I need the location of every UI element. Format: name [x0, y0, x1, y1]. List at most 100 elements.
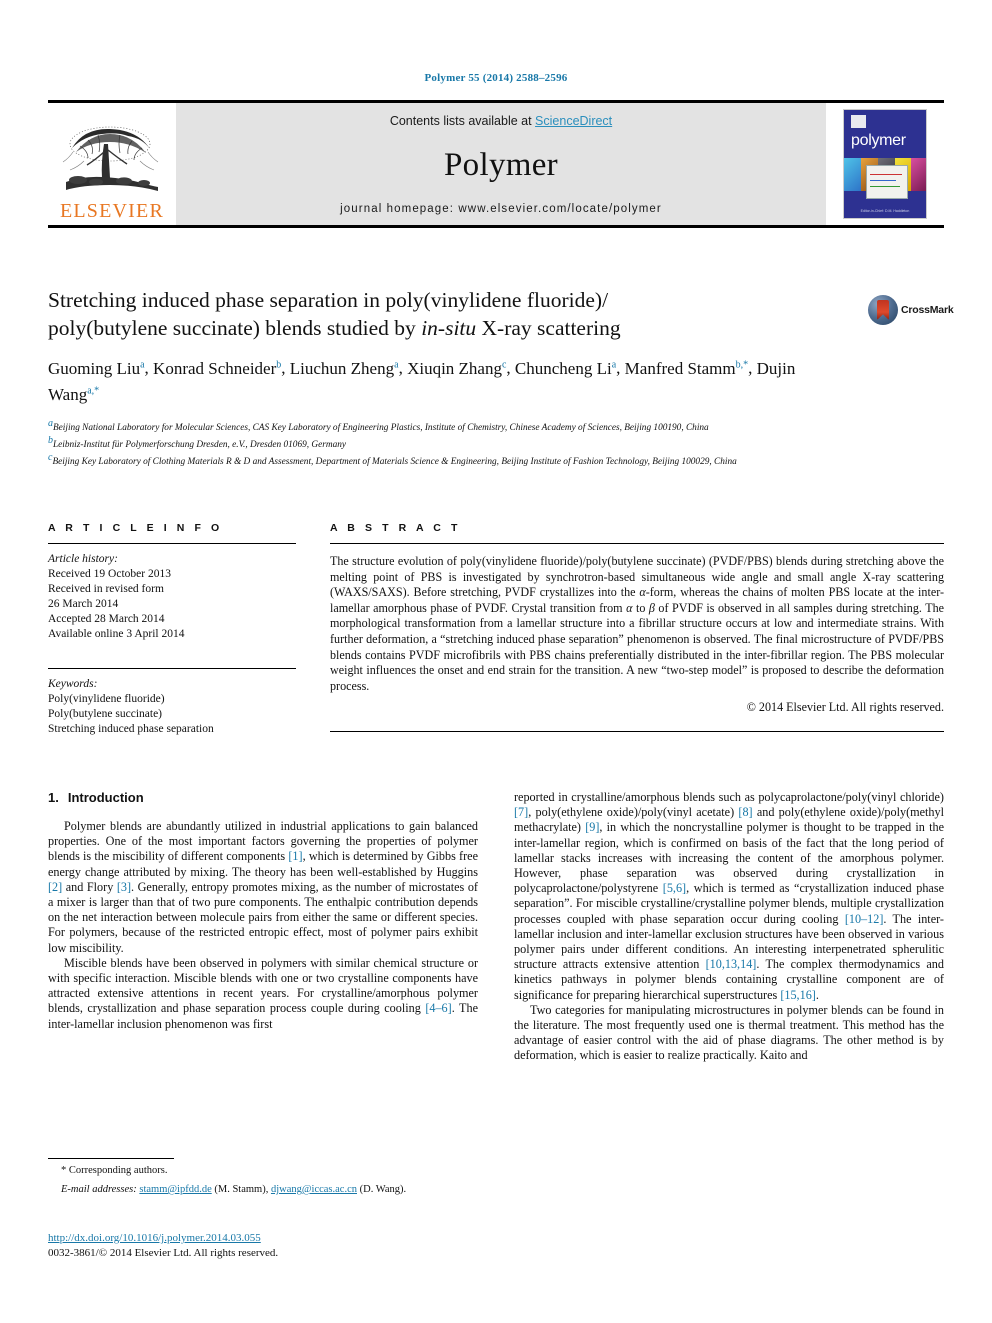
contents-prefix: Contents lists available at [389, 114, 536, 128]
footnote-divider [48, 1158, 174, 1159]
article-page: Polymer 55 (2014) 2588–2596 ELSEVIER Con… [0, 0, 992, 1323]
crossmark-icon [868, 295, 898, 325]
author-affil-mark[interactable]: b,* [736, 359, 749, 370]
author-item[interactable]: Chuncheng Lia [515, 359, 616, 378]
abstract-text: The structure evolution of poly(vinylide… [330, 554, 944, 694]
info-abstract-block: A R T I C L E I N F O Article history: R… [48, 522, 944, 737]
author-item[interactable]: Xiuqin Zhangc [407, 359, 506, 378]
divider [330, 731, 944, 733]
title-line-2b: X-ray scattering [476, 316, 621, 340]
citation-ref[interactable]: [3] [117, 880, 131, 894]
affiliation-text: Beijing Key Laboratory of Clothing Mater… [52, 456, 737, 467]
paragraph-text: Miscible blends have been observed in po… [48, 955, 478, 1031]
email-link-stamm[interactable]: stamm@ipfdd.de [139, 1184, 211, 1195]
citation-ref[interactable]: [10,13,14] [706, 957, 757, 971]
page-footer: http://dx.doi.org/10.1016/j.polymer.2014… [48, 1228, 548, 1261]
email-addresses-line: E-mail addresses: stamm@ipfdd.de (M. Sta… [48, 1183, 478, 1197]
title-block: CrossMark Stretching induced phase separ… [48, 286, 954, 468]
article-history: Article history: Received 19 October 201… [48, 552, 296, 642]
author-name: Liuchun Zheng [289, 358, 395, 378]
citation-ref[interactable]: [5,6] [663, 881, 686, 895]
cover-wordmark: polymer [851, 132, 906, 149]
email-link-wang[interactable]: djwang@iccas.ac.cn [271, 1184, 357, 1195]
citation-ref[interactable]: [9] [585, 820, 599, 834]
paragraph: Miscible blends have been observed in po… [48, 956, 478, 1032]
journal-homepage-line[interactable]: journal homepage: www.elsevier.com/locat… [340, 203, 662, 215]
author-name: Guoming Liu [48, 358, 141, 378]
paragraph: reported in crystalline/amorphous blends… [514, 790, 944, 1003]
affiliation-text: Leibniz-Institut für Polymerforschung Dr… [53, 440, 346, 450]
keyword-item: Stretching induced phase separation [48, 723, 214, 735]
email-label: E-mail addresses: [61, 1184, 137, 1195]
author-name: Manfred Stamm [624, 358, 736, 378]
cover-image: polymer Editor-in-Chief: D.M. Haddleton [843, 109, 927, 219]
keywords-label: Keywords: [48, 678, 98, 690]
journal-cover-thumbnail[interactable]: polymer Editor-in-Chief: D.M. Haddleton [826, 103, 944, 225]
masthead-center: Contents lists available at ScienceDirec… [176, 103, 826, 225]
email-owner-2: (D. Wang). [357, 1184, 407, 1195]
author-name: Chuncheng Li [514, 358, 612, 378]
doi-link[interactable]: http://dx.doi.org/10.1016/j.polymer.2014… [48, 1232, 261, 1244]
author-item[interactable]: Liuchun Zhenga [290, 359, 399, 378]
body-column-right: reported in crystalline/amorphous blends… [514, 790, 944, 1064]
crossmark-label: CrossMark [901, 304, 954, 316]
paragraph: Polymer blends are abundantly utilized i… [48, 819, 478, 956]
title-italic-insitu: in-situ [421, 316, 477, 340]
citation-ref[interactable]: [2] [48, 880, 62, 894]
history-item: 26 March 2014 [48, 598, 119, 610]
column-gap [478, 790, 514, 1064]
elsevier-tree-icon [62, 126, 159, 191]
title-line-2a: poly(butylene succinate) blends studied … [48, 316, 422, 340]
author-list: Guoming Liua, Konrad Schneiderb, Liuchun… [48, 353, 848, 406]
author-sep: , [506, 358, 515, 378]
author-item[interactable]: Konrad Schneiderb [153, 359, 281, 378]
crossmark-badge[interactable]: CrossMark [868, 288, 954, 332]
citation-ref[interactable]: [10–12] [845, 912, 884, 926]
corresponding-authors-note: * Corresponding authors. [61, 1165, 168, 1176]
affiliation-item: aBeijing National Laboratory for Molecul… [48, 418, 908, 435]
running-head: Polymer 55 (2014) 2588–2596 [424, 72, 568, 84]
title-line-1: Stretching induced phase separation in p… [48, 288, 609, 312]
citation-ref[interactable]: [4–6] [425, 1001, 451, 1015]
author-item[interactable]: Manfred Stammb,* [625, 359, 748, 378]
abstract-column: A B S T R A C T The structure evolution … [330, 522, 944, 737]
history-item: Available online 3 April 2014 [48, 628, 185, 640]
keyword-item: Poly(vinylidene fluoride) [48, 693, 165, 705]
abstract-heading: A B S T R A C T [330, 522, 461, 534]
citation-ref[interactable]: [15,16] [780, 988, 816, 1002]
history-item: Received 19 October 2013 [48, 568, 171, 580]
citation-ref[interactable]: [7] [514, 805, 528, 819]
journal-masthead: ELSEVIER Contents lists available at Sci… [48, 100, 944, 228]
citation-ref[interactable]: [1] [288, 849, 302, 863]
keywords-block: Keywords: Poly(vinylidene fluoride) Poly… [48, 668, 296, 737]
author-item[interactable]: Guoming Liua [48, 359, 145, 378]
issn-copyright-line: 0032-3861/© 2014 Elsevier Ltd. All right… [48, 1247, 279, 1259]
divider [48, 543, 296, 544]
paragraph-text: reported in crystalline/amorphous blends… [514, 790, 945, 1002]
author-sep: , [144, 358, 154, 378]
paragraph-text: Polymer blends are abundantly utilized i… [48, 819, 478, 955]
body-columns: 1. Introduction Polymer blends are abunda… [48, 790, 944, 1064]
abstract-part: to [632, 600, 649, 615]
author-sep: , [398, 358, 408, 378]
section-heading: 1. Introduction [48, 790, 478, 805]
cover-inset-chart [866, 165, 908, 199]
cover-elsevier-icon [851, 115, 866, 128]
sciencedirect-link[interactable]: ScienceDirect [535, 114, 612, 128]
author-affil-mark[interactable]: a,* [87, 386, 99, 397]
author-name: Xiuqin Zhang [407, 358, 502, 378]
cover-footer-text: Editor-in-Chief: D.M. Haddleton [860, 209, 910, 213]
author-sep: , [616, 358, 625, 378]
email-owner-1: (M. Stamm), [211, 1184, 271, 1195]
section-title: Introduction [67, 790, 144, 805]
affiliation-text: Beijing National Laboratory for Molecula… [53, 423, 709, 434]
history-item: Received in revised form [48, 583, 164, 595]
column-gap [296, 522, 330, 737]
citation-ref[interactable]: [8] [738, 805, 752, 819]
article-history-label: Article history: [48, 553, 118, 565]
author-name: Konrad Schneider [153, 358, 277, 378]
elsevier-logo: ELSEVIER [48, 103, 176, 225]
body-column-left: 1. Introduction Polymer blends are abunda… [48, 790, 478, 1064]
corresponding-author-footnote: * Corresponding authors. E-mail addresse… [48, 1158, 478, 1197]
journal-title: Polymer [444, 147, 558, 183]
